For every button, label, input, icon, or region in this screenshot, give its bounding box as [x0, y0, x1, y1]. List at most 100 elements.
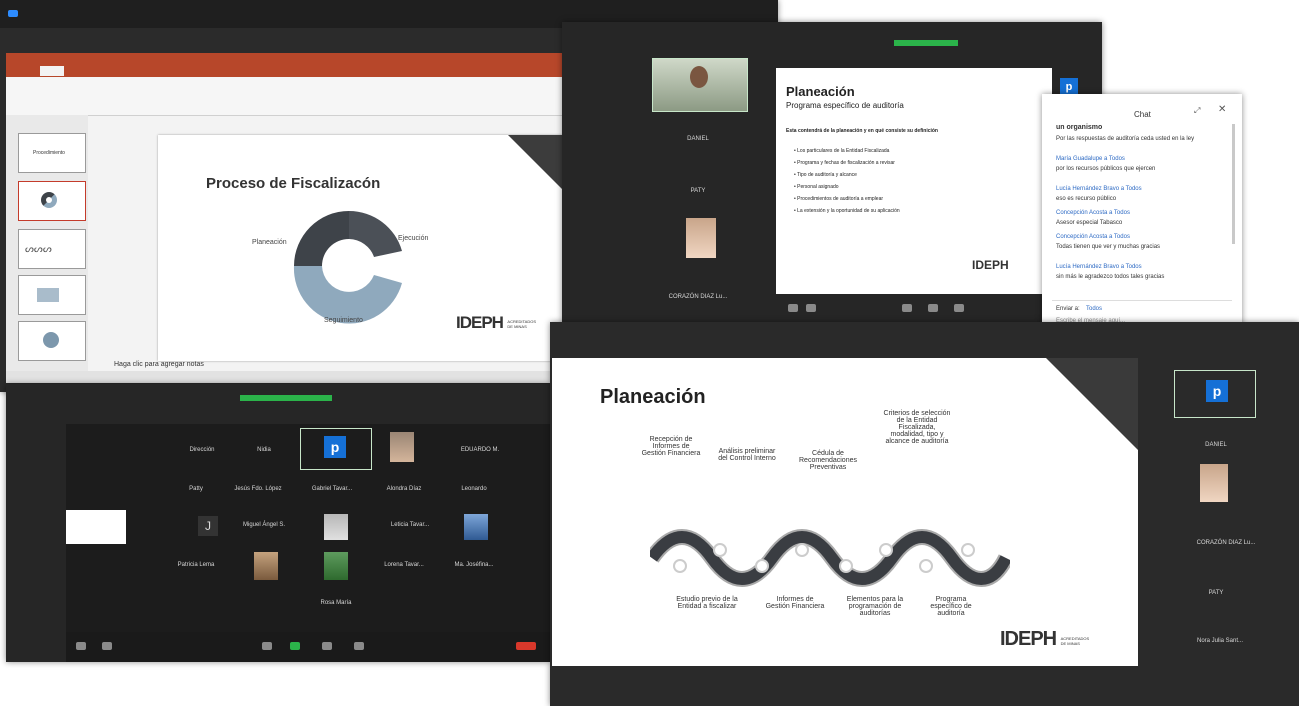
- label-seguimiento: Seguimiento: [324, 317, 363, 324]
- participant-photo: [324, 552, 348, 580]
- slide-corner-shape: [1046, 358, 1138, 450]
- slide-bullet: • La extensión y la oportunidad de su ap…: [794, 208, 900, 214]
- chat-message-text: Asesor especial Tabasco: [1056, 220, 1123, 226]
- notes-placeholder[interactable]: Haga clic para agregar notas: [114, 361, 204, 368]
- ppt-tab-home[interactable]: [40, 66, 64, 76]
- slide-planeacion: Planeación Recepción de Informes de Gest…: [552, 358, 1138, 666]
- slide-thumb-2[interactable]: [18, 181, 86, 221]
- gallery-name: Jesús Fdo. López: [234, 486, 282, 492]
- timeline-label-top-2: Análisis preliminar del Control Interno: [718, 448, 776, 462]
- chat-message-text: Por las respuestas de auditoría ceda ust…: [1056, 136, 1195, 142]
- mic-icon[interactable]: [788, 304, 798, 312]
- participant-name: DANIEL: [687, 136, 709, 142]
- reactions-icon[interactable]: [954, 304, 964, 312]
- chat-message-text: por los recursos públicos que ejercen: [1056, 166, 1156, 172]
- gallery-name: Nidia: [257, 447, 271, 453]
- participant-name: CORAZÓN DIAZ Lu...: [1196, 540, 1256, 546]
- participant-name: DANIEL: [1205, 442, 1227, 448]
- gallery-name: Ma. Joséfina...: [454, 562, 494, 568]
- slide-thumb-4[interactable]: [18, 275, 86, 315]
- slide-thumb-3[interactable]: ᔕᔕᔕ: [18, 229, 86, 269]
- slide-thumb-1[interactable]: Procedimiento: [18, 133, 86, 173]
- gallery-name: Patricia Lema: [177, 562, 215, 568]
- timeline-node: [879, 543, 893, 557]
- gallery-name: Rosa María: [320, 600, 352, 606]
- participant-head: [690, 66, 708, 88]
- timeline-node: [919, 559, 933, 573]
- gallery-name: Patty: [189, 486, 203, 492]
- timeline-node: [755, 559, 769, 573]
- chat-panel: Chat ⤢ ✕ un organismo Por las respuestas…: [1042, 94, 1242, 342]
- gallery-name: Leticia Tavar...: [390, 522, 430, 528]
- close-icon[interactable]: ✕: [1218, 104, 1226, 115]
- timeline-label-bottom-4: Programa específico de auditoría: [930, 596, 972, 617]
- share-screen-icon[interactable]: [290, 642, 300, 650]
- thumb-donut: [41, 192, 57, 208]
- gallery-name: Leonardo: [461, 486, 487, 492]
- slide-bullet: • Programa y fechas de fiscalización a r…: [794, 160, 895, 166]
- participant-photo: [324, 514, 348, 540]
- gallery-name: Dirección: [189, 447, 215, 453]
- label-planeacion: Planeación: [252, 239, 287, 246]
- end-meeting-icon[interactable]: [516, 642, 536, 650]
- donut-segment-dark-right: [349, 210, 402, 257]
- ppt-ribbon: [6, 77, 626, 116]
- timeline-node: [713, 543, 727, 557]
- gallery-name: Lorena Tavar...: [384, 562, 424, 568]
- shared-slide-planeacion-programa: Planeación Programa específico de audito…: [776, 68, 1052, 294]
- thumb-circle: [43, 332, 59, 348]
- timeline-node: [839, 559, 853, 573]
- slide-logo: IDEPH ACREDITADOS DE MINAS: [456, 313, 537, 333]
- zoom-window-bottom-right: Planeación Recepción de Informes de Gest…: [550, 322, 1299, 706]
- participant-photo: [254, 552, 278, 580]
- chat-scrollbar[interactable]: [1232, 124, 1235, 244]
- slide-thumb-5[interactable]: [18, 321, 86, 361]
- gallery-name: Miguel Ángel S.: [242, 522, 286, 528]
- slide-intro: Esta contendrá de la planeación y en qué…: [786, 128, 938, 134]
- share-screen-icon[interactable]: [928, 304, 938, 312]
- planeacion-wave-timeline: [650, 529, 1010, 587]
- mic-icon[interactable]: [76, 642, 86, 650]
- participants-icon[interactable]: [902, 304, 912, 312]
- timeline-label-top-1: Recepción de Informes de Gestión Financi…: [641, 436, 701, 457]
- chat-to-select[interactable]: Todos: [1086, 306, 1102, 312]
- slide-title: Planeación: [786, 84, 855, 99]
- zoom-window-top-right: DANIEL PATY CORAZÓN DIAZ Lu... Planeació…: [562, 22, 1102, 344]
- zoom-app-icon: [8, 10, 18, 17]
- avatar-j: J: [198, 516, 218, 536]
- slide-logo: IDEPH: [972, 258, 1009, 272]
- ppt-ribbon-tabs: [6, 65, 626, 77]
- participant-photo-paty: [686, 218, 716, 258]
- chat-divider: [1052, 300, 1232, 301]
- shared-screen-thumbnail[interactable]: [66, 510, 126, 544]
- participants-icon[interactable]: [262, 642, 272, 650]
- label-ejecucion: Ejecución: [398, 235, 429, 242]
- reactions-icon[interactable]: [354, 642, 364, 650]
- slide-title: Proceso de Fiscalizacón: [206, 175, 381, 192]
- slide-bullet: • Procedimientos de auditoría a emplear: [794, 196, 884, 202]
- timeline-node: [673, 559, 687, 573]
- slide-subtitle: Programa específico de auditoría: [786, 101, 904, 110]
- video-icon[interactable]: [102, 642, 112, 650]
- powerpoint-window: Procedimiento ᔕᔕᔕ Proceso de Fiscalizacó…: [6, 53, 626, 383]
- expand-icon[interactable]: ⤢: [1194, 106, 1200, 116]
- thumb-wave: ᔕᔕᔕ: [25, 244, 52, 255]
- thumb-graphic: [37, 288, 59, 302]
- logo-sub: ACREDITADOS DE MINAS: [507, 319, 537, 329]
- chat-message-text: sin más le agradezco todos tales gracias: [1056, 274, 1165, 280]
- chat-sender: María Guadalupe a Todos: [1056, 156, 1125, 162]
- chat-sender: Lucía Hernández Bravo a Todos: [1056, 186, 1142, 192]
- gallery-name: EDUARDO M.: [460, 447, 500, 453]
- chat-message-text: eso es recurso público: [1056, 196, 1117, 202]
- logo-sub: ACREDITADOS DE MINAS: [1060, 636, 1090, 646]
- participant-name: Nora Julia Sant...: [1196, 638, 1244, 644]
- timeline-node: [961, 543, 975, 557]
- record-icon[interactable]: [322, 642, 332, 650]
- logo-text: IDEPH: [456, 313, 504, 332]
- ppt-status-bar: [6, 371, 626, 383]
- timeline-label-bottom-1: Estudio previo de la Entidad a fiscaliza…: [676, 596, 738, 610]
- slide-corner-shape: [508, 135, 564, 191]
- participant-photo: [1200, 464, 1228, 502]
- chat-message-text: Todas tienen que ver y muchas gracias: [1056, 244, 1161, 250]
- video-icon[interactable]: [806, 304, 816, 312]
